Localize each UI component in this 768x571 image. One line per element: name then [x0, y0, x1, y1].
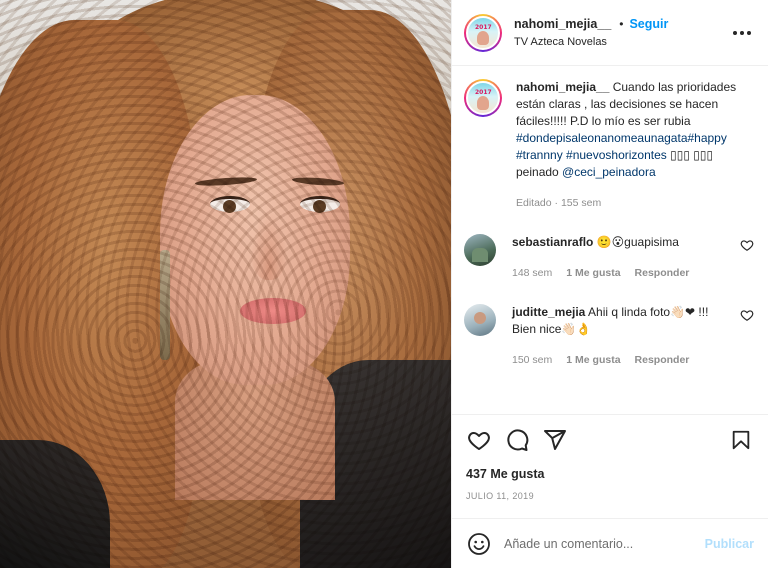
comment-item: juditte_mejia Ahii q linda foto👋🏻❤ !!! B… [464, 304, 754, 369]
comment-bubble-icon[interactable] [504, 427, 530, 453]
caption-author-avatar[interactable]: 2017 [464, 79, 502, 117]
comment-input[interactable] [504, 536, 705, 551]
comment-item: sebastianraflo 🙂😮guapisima 148 sem 1 Me … [464, 234, 754, 282]
post-caption: 2017 nahomi_mejia__ Cuando las prioridad… [464, 79, 754, 212]
post-side-panel: 2017 nahomi_mejia__ • Seguir TV Azteca N… [451, 0, 768, 568]
likes-count[interactable]: 437 Me gusta [466, 467, 754, 481]
commenter-username[interactable]: sebastianraflo [512, 235, 593, 249]
comment-text: 🙂😮guapisima [596, 235, 679, 249]
avatar-tag: 2017 [475, 23, 492, 31]
author-avatar[interactable]: 2017 [464, 13, 502, 52]
author-username[interactable]: nahomi_mejia__ [514, 17, 611, 31]
commenter-avatar[interactable] [464, 234, 496, 266]
reply-button[interactable]: Responder [635, 352, 690, 369]
smiley-icon[interactable] [466, 531, 492, 557]
post-location[interactable]: TV Azteca Novelas [514, 36, 730, 48]
hair-texture [0, 0, 451, 568]
post-actions: 437 Me gusta JULIO 11, 2019 [452, 414, 768, 501]
post-image[interactable] [0, 0, 451, 568]
follow-button[interactable]: Seguir [629, 17, 668, 31]
caption-username[interactable]: nahomi_mejia__ [516, 80, 609, 94]
reply-button[interactable]: Responder [635, 265, 690, 282]
caption-mention[interactable]: @ceci_peinadora [562, 165, 656, 179]
paper-plane-icon[interactable] [542, 427, 568, 453]
comment-heart-icon[interactable] [740, 238, 754, 252]
commenter-avatar[interactable] [464, 304, 496, 336]
commenter-username[interactable]: juditte_mejia [512, 305, 585, 319]
comment-likes[interactable]: 1 Me gusta [566, 352, 620, 369]
post-header: 2017 nahomi_mejia__ • Seguir TV Azteca N… [452, 0, 768, 66]
heart-icon[interactable] [466, 427, 492, 453]
more-options-icon[interactable] [730, 21, 754, 45]
comment-likes[interactable]: 1 Me gusta [566, 265, 620, 282]
comment-time: 150 sem [512, 354, 553, 366]
header-separator: • [619, 17, 624, 31]
post-date: JULIO 11, 2019 [466, 491, 534, 501]
bookmark-icon[interactable] [728, 427, 754, 453]
comment-time: 148 sem [512, 267, 553, 279]
comments-section[interactable]: 2017 nahomi_mejia__ Cuando las prioridad… [452, 67, 768, 414]
comment-heart-icon[interactable] [740, 308, 754, 322]
add-comment-bar: Publicar [452, 518, 768, 568]
caption-meta: Editado · 155 sem [516, 197, 602, 209]
publish-button[interactable]: Publicar [705, 537, 754, 551]
caption-avatar-tag: 2017 [475, 89, 492, 96]
